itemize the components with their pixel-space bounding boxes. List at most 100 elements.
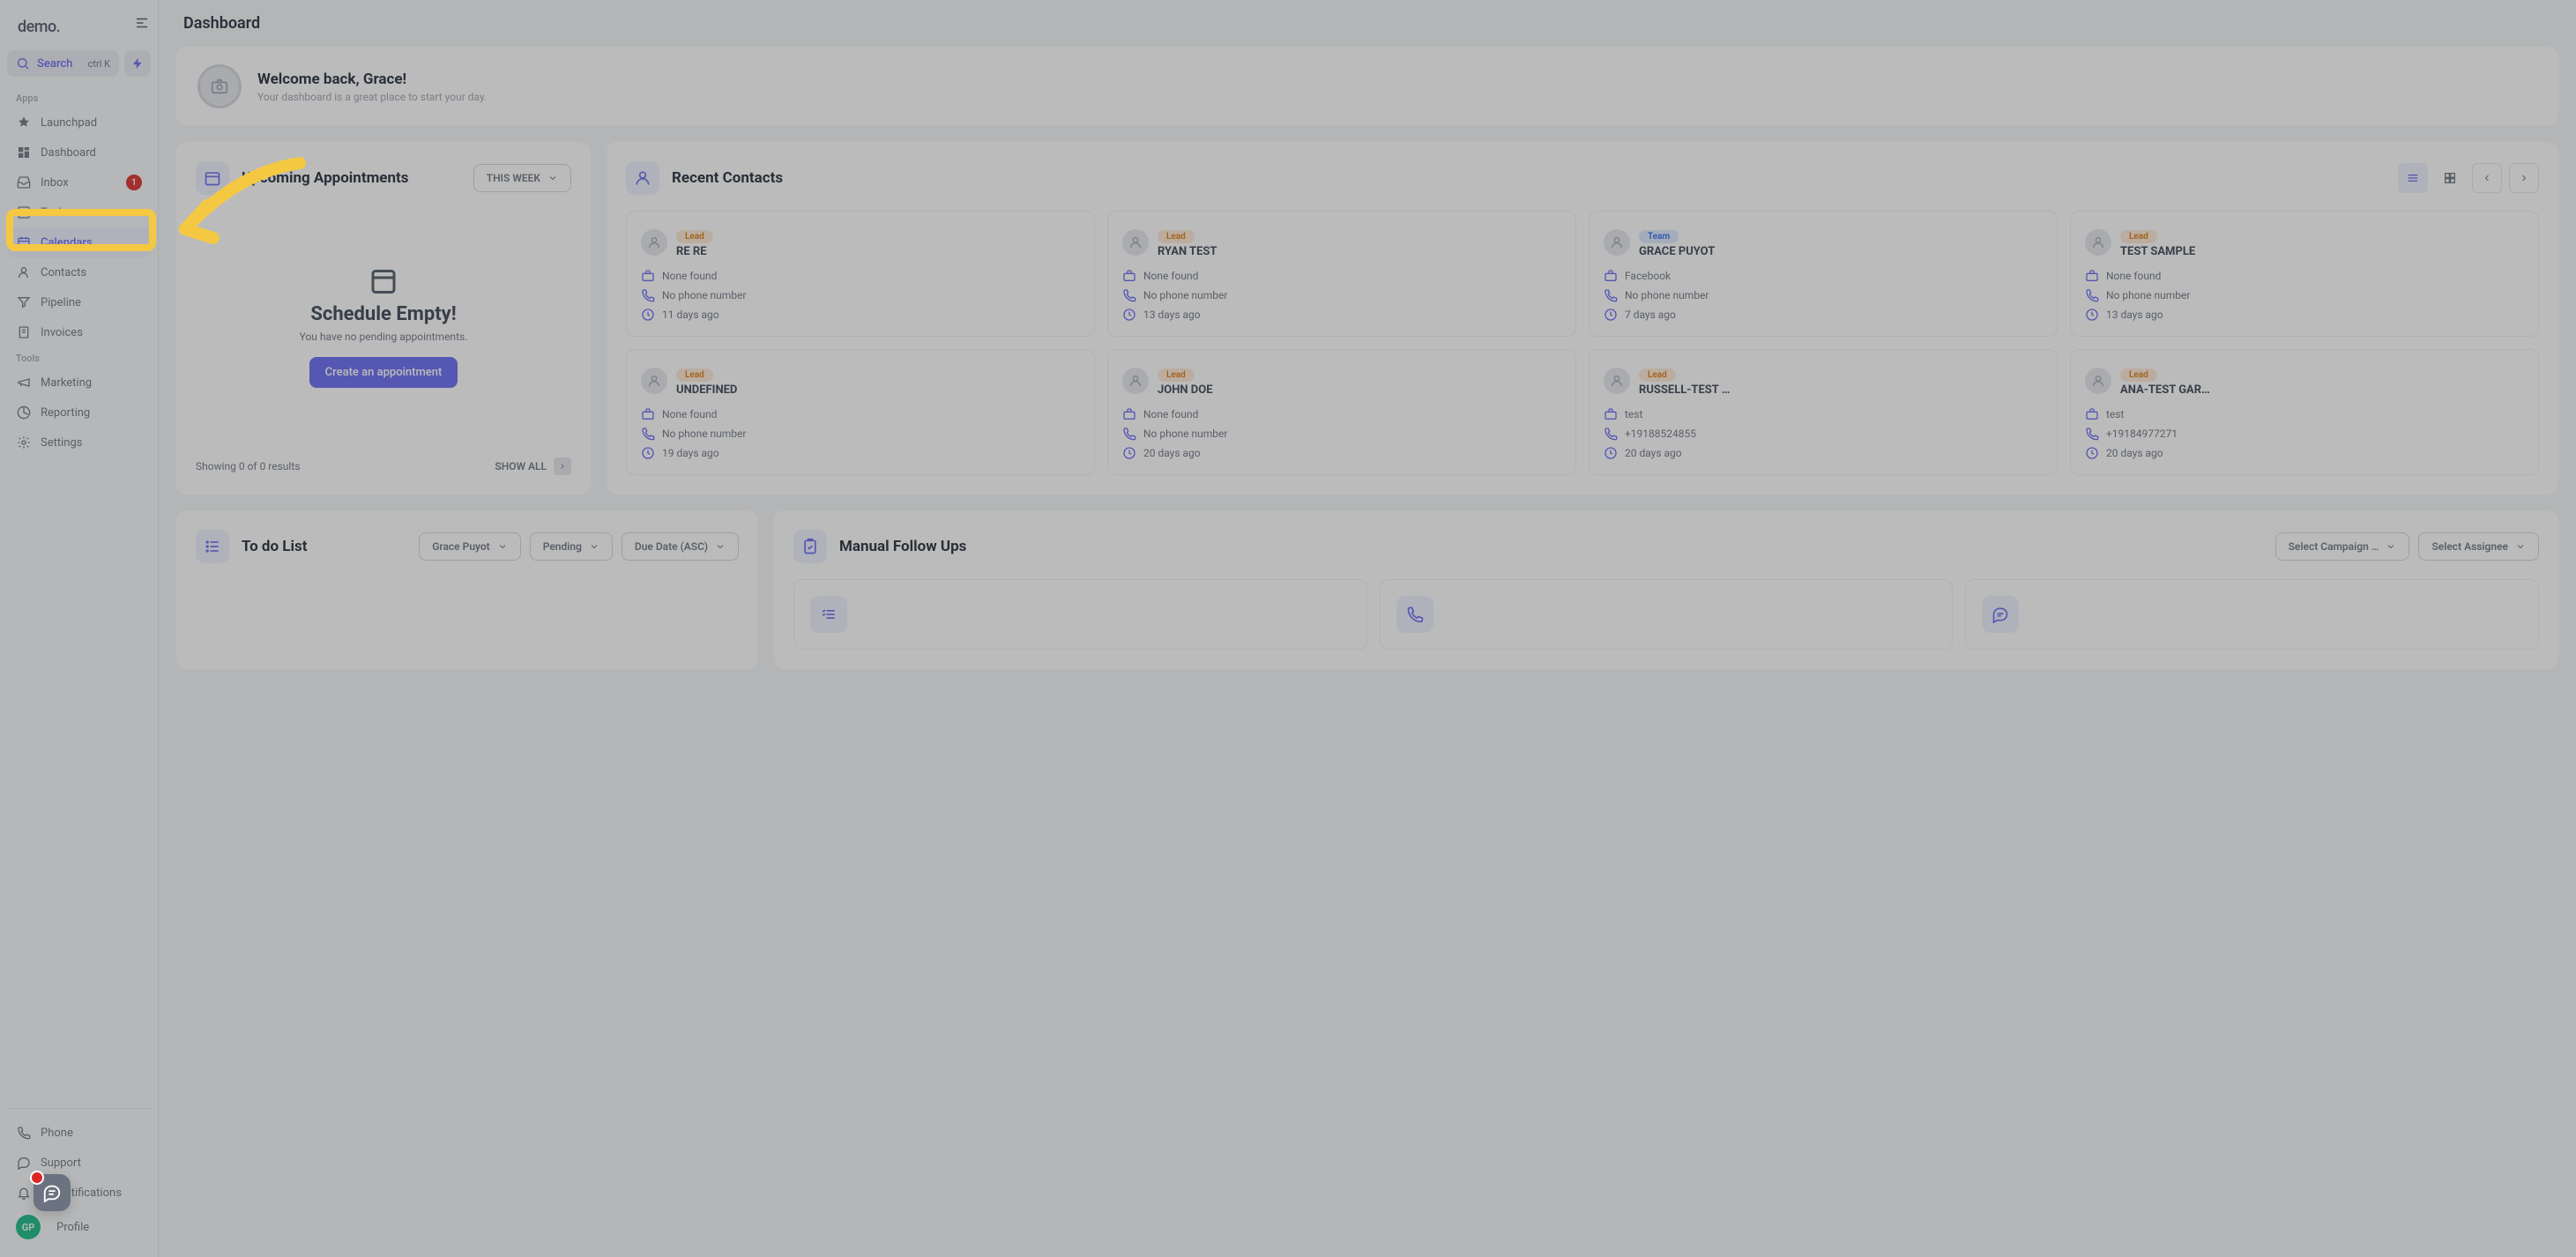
clock-icon: [641, 308, 655, 322]
contact-card[interactable]: Team GRACE PUYOT Facebook No phone numbe…: [1589, 211, 2058, 337]
sidebar-item-pipeline[interactable]: Pipeline: [7, 287, 151, 317]
sidebar-item-inbox[interactable]: Inbox 1: [7, 167, 151, 197]
person-icon: [1122, 368, 1149, 394]
clock-icon: [641, 446, 655, 460]
nav-label: Support: [41, 1157, 81, 1170]
contact-tag: Team: [1639, 230, 1679, 243]
camera-icon[interactable]: [197, 64, 242, 108]
sidebar-item-invoices[interactable]: Invoices: [7, 317, 151, 347]
contact-card[interactable]: Lead TEST SAMPLE None found No phone num…: [2070, 211, 2539, 337]
sidebar-item-tasks[interactable]: Tasks: [7, 197, 151, 227]
contact-phone: No phone number: [1143, 289, 1227, 301]
sidebar-toggle[interactable]: [131, 12, 153, 33]
main-area: Dashboard Welcome back, Grace! Your dash…: [159, 0, 2576, 1257]
chat-widget[interactable]: [34, 1174, 71, 1211]
contact-card[interactable]: Lead RUSSELL-TEST … test +19188524855 20…: [1589, 349, 2058, 475]
contact-company: None found: [2106, 270, 2161, 282]
create-appointment-button[interactable]: Create an appointment: [309, 357, 458, 388]
sidebar-item-launchpad[interactable]: Launchpad: [7, 108, 151, 138]
clock-icon: [2085, 308, 2099, 322]
sidebar-item-settings[interactable]: Settings: [7, 428, 151, 457]
brand-logo: demo.: [7, 11, 151, 50]
date-range-dropdown[interactable]: THIS WEEK: [473, 164, 571, 192]
sidebar-item-profile[interactable]: GP Profile: [7, 1208, 151, 1246]
person-icon: [1604, 368, 1630, 394]
contact-company: None found: [662, 270, 717, 282]
empty-title: Schedule Empty!: [310, 303, 456, 325]
megaphone-icon: [16, 375, 32, 390]
contact-card[interactable]: Lead ANA-TEST GAR… test +19184977271 20 …: [2070, 349, 2539, 475]
contact-company: None found: [1143, 270, 1198, 282]
clipboard-icon: [793, 530, 827, 563]
sidebar-item-dashboard[interactable]: Dashboard: [7, 138, 151, 167]
nav-label: Dashboard: [41, 146, 96, 160]
phone-icon: [1604, 288, 1618, 302]
contact-tag: Lead: [676, 230, 713, 243]
sidebar-item-calendars[interactable]: Calendars: [7, 227, 151, 257]
contact-name: RYAN TEST: [1158, 245, 1561, 258]
sidebar-item-contacts[interactable]: Contacts: [7, 257, 151, 287]
contact-card[interactable]: Lead RE RE None found No phone number 11…: [626, 211, 1095, 337]
quick-actions-button[interactable]: [124, 50, 151, 77]
section-tools: Tools: [7, 347, 151, 368]
assignee-filter[interactable]: Select Assignee: [2418, 532, 2539, 561]
contact-time: 13 days ago: [2106, 309, 2163, 321]
contact-time: 11 days ago: [662, 309, 719, 321]
followup-task-card[interactable]: [793, 579, 1367, 650]
chevron-down-icon: [2386, 541, 2396, 552]
next-page-button[interactable]: [2509, 163, 2539, 193]
topbar: Dashboard: [159, 0, 2576, 47]
sidebar-item-reporting[interactable]: Reporting: [7, 398, 151, 428]
contact-name: JOHN DOE: [1158, 383, 1561, 397]
sidebar-item-marketing[interactable]: Marketing: [7, 368, 151, 398]
welcome-subtitle: Your dashboard is a great place to start…: [257, 91, 487, 103]
contact-company: test: [1625, 408, 1642, 420]
contact-card[interactable]: Lead UNDEFINED None found No phone numbe…: [626, 349, 1095, 475]
results-count: Showing 0 of 0 results: [196, 460, 300, 472]
inbox-icon: [16, 175, 32, 190]
prev-page-button[interactable]: [2472, 163, 2502, 193]
search-input[interactable]: Search ctrl K: [7, 50, 119, 77]
nav-label: Profile: [56, 1221, 89, 1234]
chevron-down-icon: [547, 173, 558, 183]
briefcase-icon: [1604, 269, 1618, 283]
card-title: Manual Follow Ups: [839, 538, 2263, 555]
contact-name: UNDEFINED: [676, 383, 1080, 397]
assignee-filter[interactable]: Grace Puyot: [419, 532, 521, 561]
contact-tag: Lead: [1639, 368, 1676, 382]
calendar-empty-icon: [368, 264, 399, 296]
contact-card[interactable]: Lead JOHN DOE None found No phone number…: [1107, 349, 1576, 475]
campaign-filter[interactable]: Select Campaign …: [2275, 532, 2410, 561]
person-icon: [2085, 229, 2111, 256]
contact-card[interactable]: Lead RYAN TEST None found No phone numbe…: [1107, 211, 1576, 337]
view-grid-button[interactable]: [2435, 163, 2465, 193]
contacts-icon: [16, 264, 32, 280]
chat-icon: [16, 1155, 32, 1171]
briefcase-icon: [2085, 269, 2099, 283]
phone-icon: [641, 288, 655, 302]
briefcase-icon: [1122, 407, 1136, 421]
sidebar-item-support[interactable]: Support: [7, 1148, 151, 1178]
followups-card: Manual Follow Ups Select Campaign … Sele…: [774, 510, 2558, 669]
contact-phone: No phone number: [1625, 289, 1709, 301]
invoices-icon: [16, 324, 32, 340]
clock-icon: [1122, 446, 1136, 460]
sidebar-item-phone[interactable]: Phone: [7, 1118, 151, 1148]
show-all-button[interactable]: SHOW ALL: [495, 457, 571, 475]
view-list-button[interactable]: [2398, 163, 2428, 193]
contact-company: None found: [662, 408, 717, 420]
gear-icon: [16, 435, 32, 450]
sidebar-item-notifications[interactable]: Notifications: [7, 1178, 151, 1208]
nav-label: Settings: [41, 436, 82, 450]
nav-label: Reporting: [41, 406, 90, 420]
person-icon: [1122, 229, 1149, 256]
contact-tag: Lead: [676, 368, 713, 382]
followup-call-card[interactable]: [1380, 579, 1954, 650]
sort-filter[interactable]: Due Date (ASC): [622, 532, 739, 561]
search-icon: [16, 56, 30, 71]
clock-icon: [2085, 446, 2099, 460]
phone-icon: [641, 427, 655, 441]
chevron-down-icon: [2515, 541, 2526, 552]
followup-message-card[interactable]: [1965, 579, 2539, 650]
status-filter[interactable]: Pending: [530, 532, 613, 561]
